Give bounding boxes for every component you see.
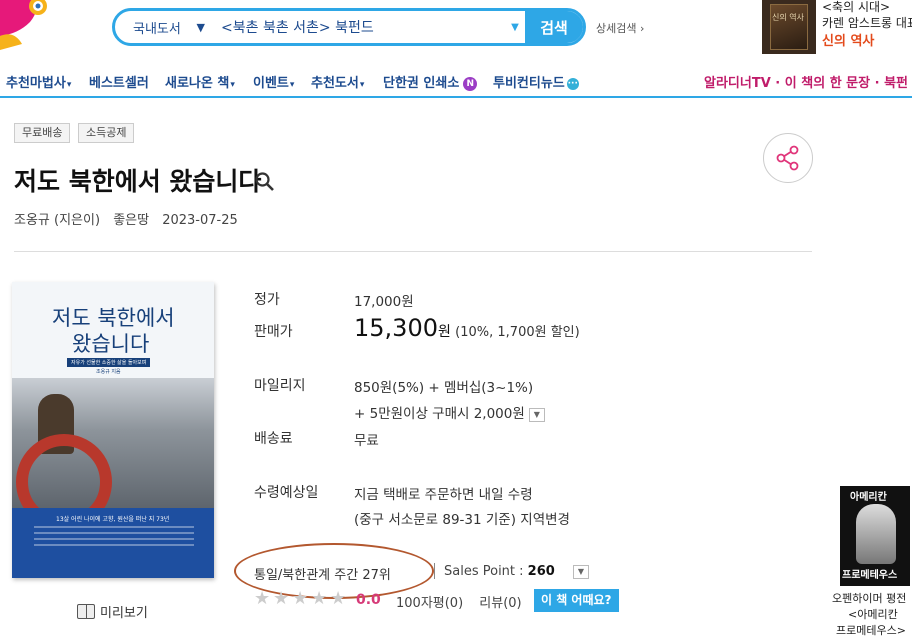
- book-cover[interactable]: 저도 북한에서 왔습니다 자유가 선물한 소중한 삶을 돌아보며 조옹규 지음 …: [12, 282, 214, 578]
- delivery-location[interactable]: (중구 서소문로 89-31 기준) 지역변경: [354, 508, 570, 528]
- aladin-logo[interactable]: [0, 0, 60, 50]
- promo-cover-text: 신의 역사: [772, 13, 804, 22]
- how-about-this-book-button[interactable]: 이 책 어때요?: [534, 589, 619, 612]
- new-badge: N: [463, 77, 478, 91]
- nav-label: 추천도서: [311, 76, 359, 91]
- advanced-search-link[interactable]: 상세검색 ›: [596, 20, 644, 36]
- cover-author: 조옹규 지음: [96, 369, 121, 375]
- caret-down-icon: ▾: [230, 80, 235, 90]
- cover-title-line2: 왔습니다: [72, 332, 150, 356]
- nav-label: 새로나온 책: [165, 76, 230, 91]
- promo-line-2: 카렌 암스트롱 대표: [822, 16, 912, 30]
- nav-item-recommend-wizard[interactable]: 추천마법사▾: [6, 72, 71, 91]
- cover-subtitle: 자유가 선물한 소중한 삶을 돌아보며: [67, 358, 151, 367]
- star-icon: ★: [311, 588, 328, 609]
- search-button[interactable]: 검색: [525, 11, 583, 43]
- promo-line-3: 신의 역사: [822, 34, 875, 49]
- short-review-link[interactable]: 100자평(0): [396, 596, 463, 611]
- star-icon: ★: [292, 588, 309, 609]
- delivery-value: 지금 택배로 주문하면 내일 수령: [354, 487, 533, 503]
- nav-item-bestseller[interactable]: 베스트셀러: [89, 72, 149, 91]
- book-open-icon: [77, 604, 95, 619]
- nav-item-recommended-books[interactable]: 추천도서▾: [311, 72, 364, 91]
- list-price-value: 17,000원: [354, 294, 414, 310]
- promo-banner[interactable]: 신의 역사 <축의 시대> 카렌 암스트롱 대표 신의 역사: [762, 0, 912, 56]
- nav-label: 이벤트: [253, 76, 289, 91]
- side-ad-cover-top: 아메리칸: [850, 492, 887, 503]
- side-ad-banner[interactable]: 아메리칸 프로메테우스 오펜하이머 평전 <아메리칸 프로메테우스>: [832, 486, 912, 644]
- caret-down-icon: ▾: [66, 80, 72, 90]
- nav-label: 단한권 인쇄소: [383, 76, 460, 91]
- book-title: 저도 북한에서 왔습니다: [14, 167, 262, 196]
- star-icon: ★: [254, 588, 271, 609]
- preview-label: 미리보기: [100, 606, 148, 621]
- main-nav: 추천마법사▾ 베스트셀러 새로나온 책▾ 이벤트▾ 추천도서▾ 단한권 인쇄소 N…: [0, 64, 912, 98]
- nav-item-events[interactable]: 이벤트▾: [253, 72, 294, 91]
- mileage-value: 850원(5%) + 멤버십(3~1%): [354, 380, 534, 396]
- nav-label: 투비컨티뉴드: [493, 76, 565, 91]
- sales-point: Sales Point : 260 ▼: [444, 564, 589, 579]
- share-icon: [776, 145, 799, 171]
- book-date: 2023-07-25: [162, 213, 238, 228]
- nav-label: 베스트셀러: [89, 76, 149, 91]
- side-ad-caption-1: 오펜하이머 평전: [832, 592, 907, 605]
- category-rank[interactable]: 통일/북한관계 주간 27위: [254, 564, 391, 583]
- delivery-label: 수령예상일: [254, 485, 319, 501]
- shipping-value: 무료: [354, 433, 379, 449]
- star-icon: ★: [273, 588, 290, 609]
- nav-label: 추천마법사: [6, 76, 66, 91]
- sale-price: 15,300원 (10%, 1,700원 할인): [354, 314, 580, 342]
- star-rating: ★ ★ ★ ★ ★: [254, 590, 349, 608]
- search-category-select[interactable]: 국내도서 ▼: [115, 11, 215, 43]
- side-ad-cover-bottom: 프로메테우스: [842, 570, 898, 581]
- more-badge: ···: [566, 78, 579, 90]
- nav-item-tobecontinued[interactable]: 투비컨티뉴드 ···: [493, 72, 579, 91]
- mileage-extra-text: + 5만원이상 구매시 2,000원: [354, 406, 525, 422]
- book-byline: 조옹규 (지은이) 좋은땅 2023-07-25: [14, 209, 247, 228]
- side-ad-caption-3: 프로메테우스>: [836, 624, 906, 637]
- sales-point-value: 260: [527, 564, 555, 579]
- cover-bottom-line: 13살 어린 나이에 고향, 원산을 떠난 지 73년: [56, 516, 170, 523]
- sales-point-label: Sales Point :: [444, 564, 528, 579]
- book-publisher[interactable]: 좋은땅: [113, 213, 149, 228]
- preview-button[interactable]: 미리보기: [77, 602, 148, 621]
- side-ad-caption-2: <아메리칸: [848, 608, 898, 621]
- share-button[interactable]: [763, 133, 813, 183]
- nav-right-links[interactable]: 알라디너TV · 이 책의 한 문장 · 북펀: [704, 72, 908, 91]
- sale-price-label: 판매가: [254, 324, 293, 340]
- shipping-label: 배송료: [254, 431, 293, 447]
- caret-down-icon: ▾: [359, 80, 365, 90]
- review-link[interactable]: 리뷰(0): [479, 596, 521, 611]
- sale-price-unit: 원: [437, 324, 451, 340]
- sale-discount: (10%, 1,700원 할인): [455, 325, 580, 340]
- chevron-down-icon[interactable]: ▼: [572, 565, 589, 579]
- chevron-down-icon: ▼: [196, 20, 205, 34]
- sale-price-value: 15,300: [354, 314, 438, 342]
- star-icon: ★: [330, 588, 347, 609]
- tag-tax-deduction: 소득공제: [78, 123, 135, 143]
- list-price-label: 정가: [254, 292, 280, 308]
- chevron-down-icon[interactable]: ▼: [528, 408, 545, 422]
- search-dropdown-icon[interactable]: ▼: [505, 22, 525, 33]
- nav-item-new-books[interactable]: 새로나온 책▾: [165, 72, 235, 91]
- search-category-label: 국내도서: [133, 21, 181, 37]
- caret-down-icon: ▾: [289, 80, 295, 90]
- mileage-extra: + 5만원이상 구매시 2,000원 ▼: [354, 402, 545, 422]
- search-icon[interactable]: [254, 171, 276, 193]
- search-input[interactable]: [215, 11, 505, 43]
- rating-score: 0.0: [356, 592, 381, 608]
- divider: [434, 563, 435, 579]
- search-bar: 국내도서 ▼ ▼ 검색: [112, 8, 586, 46]
- tag-free-shipping: 무료배송: [14, 123, 71, 143]
- side-ad-cover: 아메리칸 프로메테우스: [840, 486, 910, 586]
- nav-item-single-print[interactable]: 단한권 인쇄소 N: [383, 72, 478, 91]
- divider: [14, 251, 812, 252]
- promo-line-1: <축의 시대>: [822, 0, 891, 14]
- review-counts: 100자평(0) 리뷰(0): [396, 592, 534, 611]
- book-author[interactable]: 조옹규 (지은이): [14, 213, 100, 228]
- mileage-label: 마일리지: [254, 378, 306, 394]
- promo-book-cover: 신의 역사: [762, 0, 816, 54]
